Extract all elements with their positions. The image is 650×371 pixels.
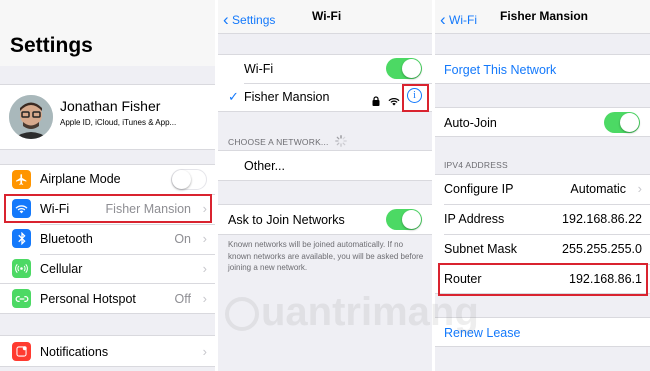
- configure-ip-value: Automatic: [570, 182, 626, 196]
- back-label: Settings: [232, 13, 276, 27]
- highlight-box: [4, 194, 212, 223]
- settings-item-label: Personal Hotspot: [40, 292, 136, 306]
- wifi-signal-icon: [388, 93, 400, 111]
- configure-ip-label: Configure IP: [444, 182, 514, 196]
- choose-network-header: CHOOSE A NETWORK...: [228, 137, 329, 147]
- subnet-mask-value: 255.255.255.0: [562, 242, 642, 256]
- settings-panel: Settings Jonathan Fisher Apple ID, iClou…: [0, 0, 215, 371]
- chevron-right-icon: ›: [637, 181, 642, 196]
- bluetooth-icon: [12, 229, 31, 248]
- chevron-right-icon: ›: [202, 344, 207, 359]
- forget-network-button[interactable]: Forget This Network: [444, 63, 556, 77]
- settings-item-personal-hotspot[interactable]: Personal Hotspot Off ›: [0, 284, 215, 314]
- hotspot-icon: [12, 289, 31, 308]
- cellular-icon: [12, 259, 31, 278]
- ip-address-value: 192.168.86.22: [562, 212, 642, 226]
- watermark: uantrimang: [225, 290, 479, 335]
- auto-join-row: Auto-Join: [435, 107, 650, 137]
- chevron-right-icon: ›: [202, 231, 207, 246]
- settings-item-value: On: [174, 232, 191, 246]
- other-network-row[interactable]: Other...: [218, 150, 432, 181]
- forget-network-row[interactable]: Forget This Network: [435, 54, 650, 84]
- settings-item-label: Notifications: [40, 345, 109, 359]
- subnet-mask-label: Subnet Mask: [444, 242, 517, 256]
- settings-item-label: Cellular: [40, 262, 83, 276]
- airplane-mode-toggle[interactable]: [171, 169, 207, 190]
- checkmark-icon: ✓: [228, 89, 239, 104]
- ip-address-label: IP Address: [444, 212, 505, 226]
- notifications-icon: [12, 342, 31, 361]
- settings-item-notifications[interactable]: Notifications ›: [0, 335, 215, 367]
- page-title: Settings: [10, 34, 93, 57]
- watermark-logo-icon: [225, 297, 259, 332]
- lock-icon: [372, 93, 380, 111]
- wifi-toggle[interactable]: [386, 58, 422, 79]
- back-label: Wi-Fi: [449, 13, 477, 27]
- settings-item-label: Airplane Mode: [40, 172, 121, 186]
- highlight-box: [402, 84, 429, 112]
- ip-address-row: IP Address 192.168.86.22: [435, 204, 650, 234]
- wifi-toggle-label: Wi-Fi: [244, 62, 274, 76]
- ipv4-header: IPV4 ADDRESS: [444, 160, 508, 170]
- settings-item-bluetooth[interactable]: Bluetooth On ›: [0, 224, 215, 254]
- back-button[interactable]: ‹ Wi-Fi: [440, 9, 477, 29]
- profile-row[interactable]: Jonathan Fisher Apple ID, iCloud, iTunes…: [0, 84, 215, 150]
- nav-title: Wi-Fi: [312, 9, 342, 23]
- nav-title: Fisher Mansion: [500, 9, 589, 23]
- network-name: Fisher Mansion: [244, 90, 330, 104]
- profile-name: Jonathan Fisher: [60, 98, 161, 114]
- settings-item-cellular[interactable]: Cellular ›: [0, 254, 215, 284]
- other-network-label: Other...: [244, 159, 285, 173]
- avatar: [9, 95, 53, 139]
- chevron-left-icon: ‹: [223, 10, 229, 29]
- subnet-mask-row: Subnet Mask 255.255.255.0: [435, 234, 650, 264]
- auto-join-toggle[interactable]: [604, 112, 640, 133]
- watermark-text: uantrimang: [261, 290, 479, 334]
- ask-join-footer: Known networks will be joined automatica…: [228, 240, 424, 272]
- ask-join-label: Ask to Join Networks: [228, 213, 345, 227]
- chevron-left-icon: ‹: [440, 10, 446, 29]
- settings-item-value: Off: [174, 292, 191, 306]
- chevron-right-icon: ›: [202, 261, 207, 276]
- chevron-right-icon: ›: [202, 291, 207, 306]
- configure-ip-row[interactable]: Configure IP Automatic ›: [435, 174, 650, 204]
- profile-subtitle: Apple ID, iCloud, iTunes & App...: [60, 118, 177, 127]
- settings-item-airplane-mode[interactable]: Airplane Mode: [0, 164, 215, 194]
- ask-join-toggle[interactable]: [386, 209, 422, 230]
- ask-join-row: Ask to Join Networks: [218, 204, 432, 235]
- airplane-icon: [12, 170, 31, 189]
- settings-item-label: Bluetooth: [40, 232, 93, 246]
- connected-network-row[interactable]: ✓ Fisher Mansion i: [218, 83, 432, 111]
- back-button[interactable]: ‹ Settings: [223, 9, 275, 29]
- auto-join-label: Auto-Join: [444, 116, 497, 130]
